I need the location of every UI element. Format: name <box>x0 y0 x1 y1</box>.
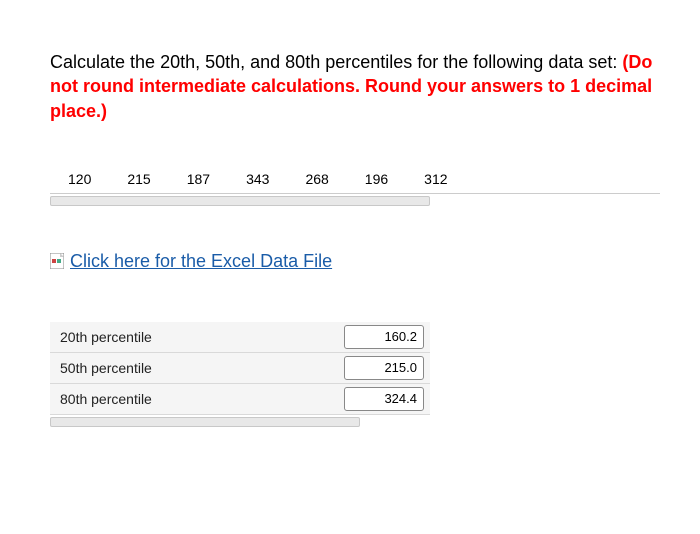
data-cell: 120 <box>50 171 109 187</box>
percentile-20-input[interactable] <box>344 325 424 349</box>
answer-cell <box>295 353 430 384</box>
question-text: Calculate the 20th, 50th, and 80th perce… <box>50 50 660 123</box>
data-cell: 268 <box>287 171 346 187</box>
answer-cell <box>295 384 430 415</box>
excel-link-row: Click here for the Excel Data File <box>50 251 660 272</box>
data-cell: 343 <box>228 171 287 187</box>
data-cell: 196 <box>347 171 406 187</box>
percentile-label: 50th percentile <box>50 353 295 384</box>
percentile-80-input[interactable] <box>344 387 424 411</box>
data-table: 120 215 187 343 268 196 312 <box>50 163 660 206</box>
data-cell: 187 <box>169 171 228 187</box>
table-row: 20th percentile <box>50 322 430 353</box>
answers-table: 20th percentile 50th percentile 80th per… <box>50 322 430 415</box>
data-row: 120 215 187 343 268 196 312 <box>50 163 660 194</box>
file-icon <box>50 253 64 269</box>
horizontal-scrollbar[interactable] <box>50 417 360 427</box>
table-row: 50th percentile <box>50 353 430 384</box>
data-cell: 312 <box>406 171 465 187</box>
answer-cell <box>295 322 430 353</box>
excel-data-link[interactable]: Click here for the Excel Data File <box>70 251 332 272</box>
percentile-label: 80th percentile <box>50 384 295 415</box>
table-row: 80th percentile <box>50 384 430 415</box>
question-part1: Calculate the 20th, 50th, and 80th perce… <box>50 52 622 72</box>
data-cell: 215 <box>109 171 168 187</box>
horizontal-scrollbar[interactable] <box>50 196 430 206</box>
percentile-50-input[interactable] <box>344 356 424 380</box>
percentile-label: 20th percentile <box>50 322 295 353</box>
